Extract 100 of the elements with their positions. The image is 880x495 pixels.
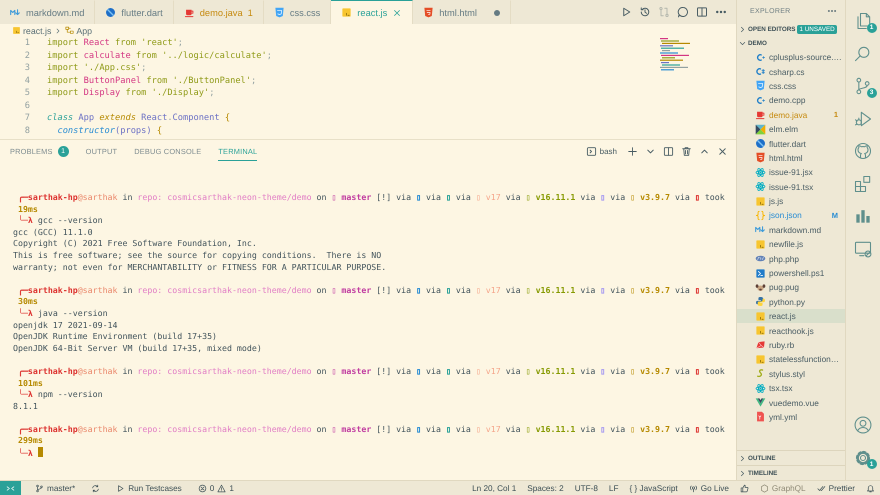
split-editor-icon[interactable] [696, 6, 708, 18]
shield-icon [755, 80, 766, 92]
c-hash-icon [755, 66, 766, 78]
sync-icon [91, 484, 100, 492]
file-item[interactable]: issue-91.jsx [737, 165, 845, 180]
status-item[interactable]: Go Live [684, 481, 734, 495]
breadcrumb-item[interactable]: App [65, 26, 92, 36]
c-plus-icon [755, 94, 766, 106]
file-item[interactable]: yml.yml [737, 410, 845, 424]
history-icon[interactable] [639, 6, 651, 18]
prompt-line: ╭─sarthak-hp@sarthak in repo: cosmicsarthak-neon-theme/demo on ▯ master [!] via ▯ via ▯ via ▯ v17 via ▯ v16.11.1 via ▯ via ▯ v3.9.7 via ▯ took [16, 284, 726, 296]
split-editor-icon[interactable] [663, 146, 674, 156]
line-number: 5 [24, 87, 31, 100]
duration-text: 30ms [18, 296, 38, 306]
file-item[interactable]: vuedemo.vue [737, 395, 845, 410]
file-item[interactable]: ruby.rb [737, 338, 845, 352]
prompt-line: ╭─sarthak-hp@sarthak in repo: cosmicsarthak-neon-theme/demo on ▯ master [!] via ▯ via ▯ via ▯ v17 via ▯ v16.11.1 via ▯ via ▯ v3.9.7 via ▯ took [16, 366, 726, 378]
breadcrumb-item[interactable]: react.js [12, 26, 52, 36]
c-plus-icon [755, 52, 766, 63]
code-line: constructor(props) { [56, 124, 162, 137]
s-curve-icon [755, 368, 766, 380]
code-line: import Display from './Display'; [47, 87, 214, 100]
editor-tab[interactable]: react.js [331, 0, 414, 24]
file-item[interactable]: pug.pug [737, 280, 845, 295]
prompt-symbol: ╰─λ [18, 389, 33, 400]
output-line: 8.1.1 [13, 400, 38, 411]
chevron-right-icon[interactable] [738, 24, 747, 34]
warning-icon [217, 484, 226, 492]
prompt-symbol: ╰─λ [18, 448, 33, 458]
document-icon [755, 411, 766, 422]
line-number: 8 [24, 124, 31, 137]
file-item[interactable]: powershell.ps1 [737, 266, 845, 280]
cup-icon [755, 109, 766, 120]
file-item[interactable]: demo.cpp [737, 93, 845, 108]
output-line: This is free software; see the source for copying conditions. There is NO [13, 250, 382, 260]
prompt-symbol: ╰─λ [18, 308, 33, 318]
close-icon[interactable] [392, 8, 402, 18]
line-number: 3 [24, 62, 31, 74]
shield-icon [274, 7, 285, 18]
plus-icon[interactable] [627, 146, 638, 156]
status-item[interactable]: { } JavaScript [624, 481, 683, 495]
cup-icon [184, 7, 195, 18]
circle-icon [755, 138, 766, 150]
file-item[interactable]: php.php [737, 251, 845, 266]
status-item[interactable]: Ln 20, Col 1 [467, 481, 522, 495]
play-icon [116, 484, 126, 492]
m-arrow-icon [10, 7, 21, 18]
file-item[interactable]: statelessfunction… [737, 352, 845, 367]
output-line: gcc (GCC) 11.1.0 [13, 226, 93, 237]
remote-icon [6, 484, 15, 492]
status-item[interactable]: Run Testcases [111, 481, 187, 495]
code-line: class App extends React.Component { [47, 112, 230, 124]
file-item[interactable]: html.html [737, 150, 845, 166]
square-icon [755, 310, 766, 322]
close-icon[interactable] [717, 146, 728, 156]
code-line: import ButtonPanel from './ButtonPanel'; [47, 74, 256, 87]
file-item[interactable]: flutter.dart [737, 136, 845, 151]
branch-icon [35, 484, 44, 492]
tangram-icon [755, 124, 766, 135]
trash-icon[interactable] [681, 146, 692, 156]
speech-bubble-icon[interactable] [677, 6, 689, 18]
file-item[interactable]: reacthook.js [737, 323, 845, 338]
status-item[interactable]: Spaces: 2 [522, 481, 569, 495]
duration-text: 299ms [18, 435, 43, 446]
file-item[interactable]: python.py [737, 294, 845, 310]
chevron-right-icon[interactable] [738, 454, 747, 462]
extensions-icon[interactable] [853, 174, 873, 194]
file-item[interactable]: issue-91.tsx [737, 180, 845, 194]
file-item[interactable]: js.js [737, 194, 845, 208]
output-line: openjdk 17 2021-09-14 [13, 320, 118, 330]
file-item[interactable]: cplusplus-source.… [737, 50, 845, 64]
file-item[interactable]: css.css [737, 78, 845, 94]
prompt-icon [755, 268, 766, 279]
file-item[interactable]: tsx.tsx [737, 380, 845, 396]
file-item[interactable]: elm.elm [737, 122, 845, 136]
line-number: 2 [24, 50, 31, 62]
terminal-selector[interactable]: bash [586, 146, 617, 156]
file-item[interactable]: react.js [737, 309, 845, 324]
duration-text: 101ms [18, 378, 43, 388]
file-item[interactable]: newfile.js [737, 237, 845, 252]
line-number: 6 [24, 100, 31, 112]
file-item[interactable]: markdown.md [737, 222, 845, 238]
circle-icon [105, 7, 116, 18]
file-item[interactable]: stylus.styl [737, 366, 845, 381]
status-item[interactable]: master* [30, 481, 80, 495]
chevron-right-icon[interactable] [738, 468, 747, 478]
v-shape-icon [755, 397, 766, 408]
file-item[interactable]: csharp.cs [737, 64, 845, 79]
braces-icon [755, 210, 766, 221]
double-check-icon [816, 484, 826, 492]
shield-icon [755, 152, 766, 164]
status-item[interactable]: LF [604, 481, 624, 495]
account-icon[interactable] [853, 415, 873, 436]
code-line: import './App.css'; [47, 62, 146, 74]
status-item[interactable]: Prettier [812, 481, 860, 495]
status-item[interactable]: UTF-8 [570, 481, 603, 495]
command-text: npm --version [38, 389, 103, 400]
line-number: 4 [24, 74, 31, 87]
github-icon[interactable] [853, 141, 873, 162]
status-item[interactable]: 0 1 [192, 481, 239, 495]
